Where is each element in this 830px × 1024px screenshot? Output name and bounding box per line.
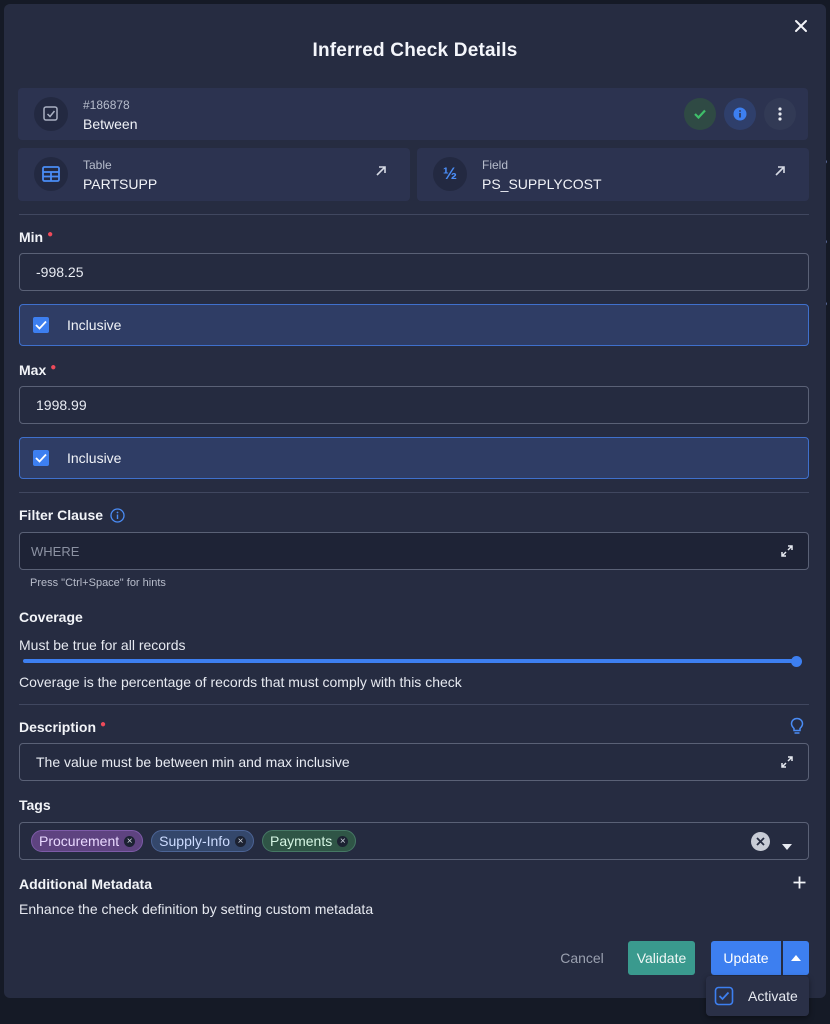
divider bbox=[19, 214, 809, 215]
filter-clause-label-text: Filter Clause bbox=[19, 507, 104, 523]
max-inclusive-checkbox[interactable]: Inclusive bbox=[19, 437, 809, 479]
validate-button[interactable]: Validate bbox=[628, 941, 695, 975]
tag-name: Payments bbox=[269, 833, 333, 849]
coverage-label: Coverage bbox=[19, 609, 83, 625]
cancel-button[interactable]: Cancel bbox=[550, 941, 614, 975]
info-icon bbox=[733, 107, 747, 121]
chevron-up-icon bbox=[791, 955, 801, 961]
remove-tag-icon[interactable]: × bbox=[234, 835, 246, 847]
check-summary-card: #186878 Between bbox=[18, 88, 808, 140]
metadata-label: Additional Metadata bbox=[19, 876, 153, 892]
field-type-glyph: ½ bbox=[442, 164, 458, 183]
filter-clause-label: Filter Clause bbox=[19, 507, 125, 523]
metadata-help: Enhance the check definition by setting … bbox=[19, 901, 374, 917]
clear-tags-button[interactable] bbox=[751, 832, 770, 851]
coverage-help: Coverage is the percentage of records th… bbox=[19, 674, 462, 690]
field-label: Field bbox=[482, 158, 509, 172]
required-marker: ● bbox=[100, 719, 107, 730]
check-details-modal: Inferred Check Details #186878 Between T… bbox=[4, 4, 826, 998]
tag-chip: Procurement × bbox=[31, 830, 144, 852]
activate-check-icon bbox=[714, 986, 734, 1006]
remove-tag-icon[interactable]: × bbox=[337, 835, 349, 847]
modal-title: Inferred Check Details bbox=[312, 40, 518, 61]
table-label: Table bbox=[83, 158, 112, 172]
remove-tag-icon[interactable]: × bbox=[124, 835, 136, 847]
min-label: Min ● bbox=[19, 229, 53, 245]
open-table-link[interactable] bbox=[374, 164, 390, 180]
required-marker: ● bbox=[47, 229, 54, 240]
activate-label: Activate bbox=[748, 988, 798, 1004]
description-input[interactable]: The value must be between min and max in… bbox=[19, 743, 809, 781]
filter-placeholder: WHERE bbox=[31, 543, 80, 559]
max-label: Max ● bbox=[19, 362, 56, 378]
min-inclusive-label: Inclusive bbox=[67, 317, 122, 333]
tag-name: Supply-Info bbox=[159, 833, 230, 849]
check-id: #186878 bbox=[83, 98, 130, 112]
tag-name: Procurement bbox=[39, 833, 120, 849]
divider bbox=[19, 492, 809, 493]
tags-input[interactable]: Procurement × Supply-Info × Payments × bbox=[19, 822, 809, 860]
coverage-slider-thumb[interactable] bbox=[791, 656, 802, 667]
required-marker: ● bbox=[50, 362, 57, 373]
add-metadata-button[interactable] bbox=[793, 876, 806, 894]
update-button[interactable]: Update bbox=[711, 941, 781, 975]
info-button[interactable] bbox=[724, 98, 756, 130]
more-options-button[interactable] bbox=[764, 98, 796, 130]
fractional-number-icon: ½ bbox=[433, 157, 467, 191]
expand-icon[interactable] bbox=[780, 755, 794, 769]
checkbox-checked[interactable] bbox=[33, 317, 49, 333]
close-icon bbox=[795, 20, 807, 32]
coverage-slider-track[interactable] bbox=[23, 659, 797, 663]
more-vertical-icon bbox=[778, 107, 782, 121]
filter-hint: Press "Ctrl+Space" for hints bbox=[30, 577, 166, 589]
activate-menu-item[interactable]: Activate bbox=[706, 976, 809, 1016]
field-name: PS_SUPPLYCOST bbox=[482, 176, 602, 192]
tag-chip: Payments × bbox=[261, 830, 357, 852]
table-icon bbox=[34, 157, 68, 191]
table-name: PARTSUPP bbox=[83, 176, 158, 192]
update-options-toggle[interactable] bbox=[783, 941, 809, 975]
divider bbox=[19, 704, 809, 705]
min-value: -998.25 bbox=[36, 264, 84, 280]
open-field-link[interactable] bbox=[773, 164, 789, 180]
description-label-text: Description bbox=[19, 719, 97, 735]
arrow-up-right-icon bbox=[775, 166, 785, 176]
description-value: The value must be between min and max in… bbox=[36, 754, 350, 770]
check-type: Between bbox=[83, 116, 138, 132]
close-button[interactable] bbox=[792, 18, 810, 36]
plus-icon bbox=[793, 876, 806, 889]
check-type-icon bbox=[34, 97, 68, 131]
active-status-button[interactable] bbox=[684, 98, 716, 130]
min-input[interactable]: -998.25 bbox=[19, 253, 809, 291]
chevron-down-icon bbox=[782, 844, 792, 850]
clear-icon bbox=[756, 837, 765, 846]
expand-icon[interactable] bbox=[780, 544, 794, 558]
field-card[interactable]: ½ Field PS_SUPPLYCOST bbox=[417, 148, 809, 201]
check-icon bbox=[694, 109, 706, 120]
max-value: 1998.99 bbox=[36, 397, 87, 413]
description-label: Description ● bbox=[19, 719, 106, 735]
checkmark-icon bbox=[35, 320, 47, 330]
table-card[interactable]: Table PARTSUPP bbox=[18, 148, 410, 201]
coverage-value-text: Must be true for all records bbox=[19, 637, 186, 653]
lightbulb-icon[interactable] bbox=[790, 717, 804, 740]
info-icon[interactable] bbox=[110, 507, 125, 523]
max-input[interactable]: 1998.99 bbox=[19, 386, 809, 424]
tags-label: Tags bbox=[19, 797, 51, 813]
arrow-up-right-icon bbox=[376, 166, 386, 176]
min-inclusive-checkbox[interactable]: Inclusive bbox=[19, 304, 809, 346]
max-label-text: Max bbox=[19, 362, 47, 378]
tag-chip: Supply-Info × bbox=[151, 830, 254, 852]
filter-clause-input[interactable]: WHERE bbox=[19, 532, 809, 570]
min-label-text: Min bbox=[19, 229, 44, 245]
checkbox-checked[interactable] bbox=[33, 450, 49, 466]
checkmark-icon bbox=[35, 453, 47, 463]
tags-dropdown-toggle[interactable] bbox=[782, 837, 792, 853]
max-inclusive-label: Inclusive bbox=[67, 450, 122, 466]
